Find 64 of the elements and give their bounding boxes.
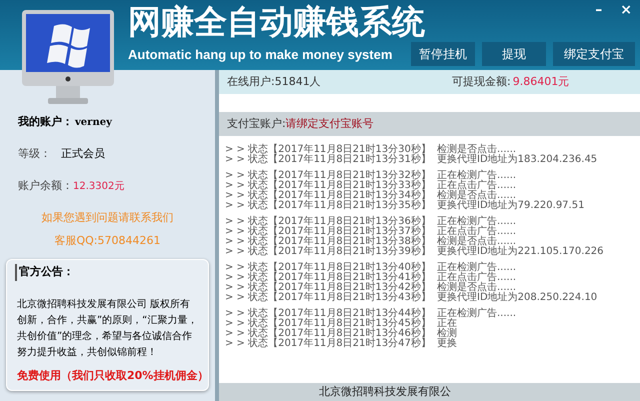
log-message: 更换代理ID地址为183.204.236.45: [437, 155, 598, 165]
log-status: > > 状态【2017年11月8日21时13分30秒】: [225, 145, 432, 155]
notice-text: 北京微招聘科技发展有限公司 版权所有: [17, 298, 192, 311]
log-status: > > 状态【2017年11月8日21时13分43秒】: [225, 293, 432, 303]
notice-text: 共创价值”的理念，希望与各位诚信合作: [17, 330, 194, 343]
field-label: 等级：: [18, 146, 51, 162]
log-status: > > 状态【2017年11月8日21时13分32秒】: [225, 171, 432, 181]
field-label: 账户余额：: [18, 178, 73, 194]
log-message: 检测是否点击......: [437, 191, 516, 201]
footer-text: 北京微招聘科技发展有限公: [319, 384, 451, 400]
log-status: > > 状态【2017年11月8日21时13分44秒】: [225, 309, 432, 319]
field-label: 可提现金额:: [452, 74, 511, 90]
log-message: 正在: [437, 319, 457, 329]
log-message: 更换代理ID地址为208.250.224.10: [437, 293, 598, 303]
toolbar-button[interactable]: 暂停挂机: [411, 42, 475, 66]
log-message: 检测是否点击......: [437, 237, 516, 247]
log-status: > > 状态【2017年11月8日21时13分40秒】: [225, 263, 432, 273]
log-message: 正在点击广告......: [437, 273, 516, 283]
online-count: 51841人: [274, 74, 321, 90]
notice-title: 官方公告：: [15, 264, 198, 281]
log-status: > > 状态【2017年11月8日21时13分38秒】: [225, 237, 432, 247]
log-status: > > 状态【2017年11月8日21时13分37秒】: [225, 227, 432, 237]
window-title: 网赚全自动赚钱系统: [128, 2, 425, 42]
balance-value: 12.3302元: [73, 180, 124, 194]
toolbar-button[interactable]: 绑定支付宝: [553, 42, 635, 66]
monitor-icon: [20, 10, 116, 106]
log-status: > > 状态【2017年11月8日21时13分33秒】: [225, 181, 432, 191]
field-label: 我的账户：: [18, 114, 73, 130]
log-message: 更换代理ID地址为79.220.97.51: [437, 201, 584, 211]
toolbar-button[interactable]: 提现: [482, 42, 546, 66]
membership-level: 正式会员: [61, 146, 105, 162]
log-message: 更换代理ID地址为221.105.170.226: [437, 247, 604, 257]
log-message: 正在点击广告......: [437, 227, 516, 237]
log-status: > > 状态【2017年11月8日21时13分47秒】: [225, 339, 432, 349]
log-message: 检测是否点击......: [437, 145, 516, 155]
notice-text: 创新，合作，共赢”的原则，“汇聚力量，: [17, 314, 198, 327]
app-subtitle: Automatic hang up to make money system: [128, 46, 392, 64]
log-status: > > 状态【2017年11月8日21时13分46秒】: [225, 329, 432, 339]
alipay-account: 请绑定支付宝账号: [286, 116, 374, 132]
log-status: > > 状态【2017年11月8日21时13分39秒】: [225, 247, 432, 257]
notice-text: 努力提升收益，共创似锦前程！: [17, 346, 158, 359]
log-status: > > 状态【2017年11月8日21时13分35秒】: [225, 201, 432, 211]
close-button[interactable]: ×: [620, 0, 632, 20]
log-status: > > 状态【2017年11月8日21时13分42秒】: [225, 283, 432, 293]
minimize-button[interactable]: –: [595, 0, 602, 20]
log-status: > > 状态【2017年11月8日21时13分36秒】: [225, 217, 432, 227]
log-message: 正在检测广告......: [437, 171, 516, 181]
log-status: > > 状态【2017年11月8日21时13分31秒】: [225, 155, 432, 165]
withdrawable-amount: 9.86401元: [512, 74, 570, 90]
log-message: 正在检测广告......: [437, 263, 516, 273]
log-status: > > 状态【2017年11月8日21时13分34秒】: [225, 191, 432, 201]
log-message: 更换: [437, 339, 457, 349]
log-status: > > 状态【2017年11月8日21时13分45秒】: [225, 319, 432, 329]
log-message: 正在点击广告......: [437, 181, 516, 191]
log-status: > > 状态【2017年11月8日21时13分41秒】: [225, 273, 432, 283]
log-message: 正在检测广告......: [437, 309, 516, 319]
log-message: 正在检测广告......: [437, 217, 516, 227]
contact-text: 如果您遇到问题请联系我们: [42, 210, 174, 226]
contact-text: 客服QQ:570844261: [54, 232, 160, 249]
log-message: 检测是否点击......: [437, 283, 516, 293]
log-message: 检测: [437, 329, 457, 339]
username-text: verney: [75, 116, 112, 130]
field-label: 支付宝账户:: [227, 116, 286, 132]
field-label: 在线用户:: [227, 74, 275, 90]
